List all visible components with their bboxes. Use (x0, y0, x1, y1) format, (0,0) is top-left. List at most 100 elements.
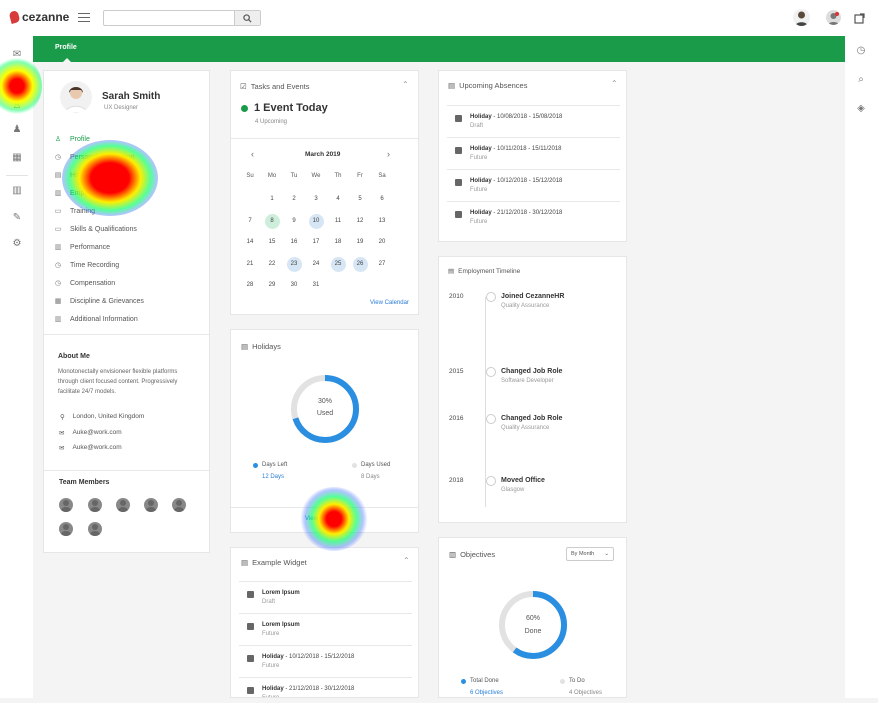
calendar-day[interactable]: 24 (309, 257, 324, 272)
menu-icon[interactable] (78, 13, 90, 22)
list-item[interactable]: Holiday - 10/11/2018 - 15/11/2018 Future (455, 145, 562, 163)
list-item-title-row: Holiday - 10/11/2018 - 15/11/2018 (470, 145, 562, 154)
org-icon[interactable]: ▦ (10, 150, 24, 164)
calendar-day[interactable]: 30 (287, 278, 302, 293)
list-item[interactable]: Lorem Ipsum Draft (247, 589, 300, 607)
calendar-day[interactable]: 28 (243, 278, 258, 293)
notifications-avatar[interactable] (826, 10, 841, 25)
calendar-day[interactable]: 9 (287, 214, 302, 229)
calendar-day[interactable]: 14 (243, 235, 258, 250)
team-member-avatar[interactable] (116, 498, 130, 512)
list-item[interactable]: Holiday - 21/12/2018 - 30/12/2018 Future (247, 685, 354, 697)
search-box[interactable] (103, 10, 261, 26)
calendar-day[interactable]: 8 (264, 213, 280, 229)
calendar-day[interactable]: 22 (265, 257, 280, 272)
history-clock-icon[interactable]: ◷ (854, 43, 868, 57)
layers-icon[interactable]: ◈ (854, 101, 868, 115)
team-member-avatar[interactable] (59, 522, 73, 536)
settings-icon[interactable]: ⚙ (10, 236, 24, 250)
search-button[interactable] (234, 11, 260, 25)
calendar-day[interactable]: 23 (286, 256, 302, 272)
collapse-icon[interactable]: ⌃ (402, 80, 409, 89)
calendar-day[interactable]: 27 (375, 257, 390, 272)
list-item[interactable]: Holiday - 10/12/2018 - 15/12/2018 Future (247, 653, 354, 671)
calendar-day[interactable]: 17 (309, 235, 324, 250)
profile-nav-item[interactable]: ◷ Compensation (54, 279, 115, 288)
team-member-avatar[interactable] (172, 498, 186, 512)
next-month-icon[interactable]: › (387, 149, 390, 159)
calendar-day[interactable]: 5 (353, 192, 368, 207)
calendar-day[interactable]: 10 (308, 213, 324, 229)
calendar-day[interactable]: 19 (353, 235, 368, 250)
user-avatar[interactable] (793, 9, 810, 26)
calendar-day[interactable]: 3 (309, 192, 324, 207)
cezanne-logo-icon (8, 10, 21, 24)
calendar-day[interactable]: 31 (309, 278, 324, 293)
calendar-day[interactable]: 6 (375, 192, 390, 207)
profile-nav-item[interactable]: ♙ Profile (54, 135, 90, 144)
profile-nav-label: Performance (70, 243, 111, 251)
calendar-day[interactable]: 29 (265, 278, 280, 293)
team-member-avatar[interactable] (144, 498, 158, 512)
profile-nav-item[interactable]: ▥ Employment (54, 189, 109, 198)
list-item-title-row: Holiday - 10/12/2018 - 15/12/2018 (262, 653, 354, 662)
calendar-day[interactable]: 2 (287, 192, 302, 207)
brand-logo[interactable]: cezanne (8, 10, 69, 24)
mail-icon[interactable]: ✉ (10, 47, 24, 61)
list-item[interactable]: Holiday - 21/12/2018 - 30/12/2018 Future (455, 209, 562, 227)
timeline-sub-text: Software Developer (501, 378, 554, 384)
list-item[interactable]: Holiday - 10/12/2018 - 15/12/2018 Future (455, 177, 562, 195)
profile-nav-item[interactable]: ▥ Performance (54, 243, 111, 252)
profile-nav-item[interactable]: ◷ Time Recording (54, 261, 119, 270)
calendar-day[interactable]: 25 (330, 256, 346, 272)
view-all-holidays-link[interactable]: View All (305, 516, 326, 522)
divider (239, 645, 412, 646)
calendar-day[interactable]: 21 (243, 257, 258, 272)
period-select[interactable]: By Month ⌄ (566, 547, 614, 561)
profile-nav-item[interactable]: ▭ Skills & Qualifications (54, 225, 137, 234)
collapse-icon[interactable]: ⌃ (403, 556, 410, 565)
calendar-day[interactable]: 16 (287, 235, 302, 250)
profile-nav-item[interactable]: ▦ Discipline & Grievances (54, 297, 144, 306)
profile-nav-item[interactable]: ▥ Additional Information (54, 315, 138, 324)
reports-icon[interactable]: ▥ (10, 183, 24, 197)
list-item[interactable]: Lorem Ipsum Future (247, 621, 300, 639)
calendar-day[interactable]: 4 (331, 192, 346, 207)
tools-icon[interactable]: ✎ (10, 210, 24, 224)
calendar-day[interactable]: 20 (375, 235, 390, 250)
laptop-icon: ▭ (54, 226, 62, 233)
team-member-avatar[interactable] (88, 522, 102, 536)
profile-nav-item[interactable]: ◷ Personal Information (54, 153, 135, 162)
search-right-icon[interactable]: ⌕ (854, 72, 868, 86)
calendar-day[interactable]: 11 (331, 214, 346, 229)
email-text[interactable]: Auke@work.com (72, 429, 121, 437)
profile-nav-icon[interactable]: ♙ (10, 98, 24, 112)
profile-nav-item[interactable]: ▤ History (54, 171, 92, 180)
list-icon: ▤ (448, 268, 455, 275)
tab-profile[interactable]: Profile (55, 44, 77, 51)
team-member-avatar[interactable] (59, 498, 73, 512)
tab-indicator (63, 58, 71, 62)
calendar-day[interactable]: 15 (265, 235, 280, 250)
team-icon[interactable]: ♟ (10, 122, 24, 136)
calendar-day[interactable]: 12 (353, 214, 368, 229)
calendar-day[interactable]: 13 (375, 214, 390, 229)
search-input[interactable] (104, 11, 234, 25)
person-icon: ♙ (54, 136, 62, 143)
email-text[interactable]: Auke@work.com (72, 444, 121, 452)
calendar-day[interactable]: 7 (243, 214, 258, 229)
list-item[interactable]: Holiday - 10/08/2018 - 15/08/2018 Draft (455, 113, 562, 131)
calendar-day[interactable]: 18 (331, 235, 346, 250)
prev-month-icon[interactable]: ‹ (251, 149, 254, 159)
view-calendar-link[interactable]: View Calendar (370, 300, 409, 306)
collapse-icon[interactable]: ⌃ (611, 79, 618, 88)
external-window-icon[interactable] (852, 11, 866, 25)
calendar-day[interactable]: 26 (352, 256, 368, 272)
team-member-avatar[interactable] (88, 498, 102, 512)
profile-nav-item[interactable]: ▭ Training (54, 207, 95, 216)
calendar-day[interactable]: 1 (265, 192, 280, 207)
profile-nav-label: Skills & Qualifications (70, 225, 137, 233)
email-row-1[interactable]: ✉ Auke@work.com (59, 429, 122, 437)
email-row-2[interactable]: ✉ Auke@work.com (59, 444, 122, 452)
profile-nav-label: Discipline & Grievances (70, 297, 144, 305)
